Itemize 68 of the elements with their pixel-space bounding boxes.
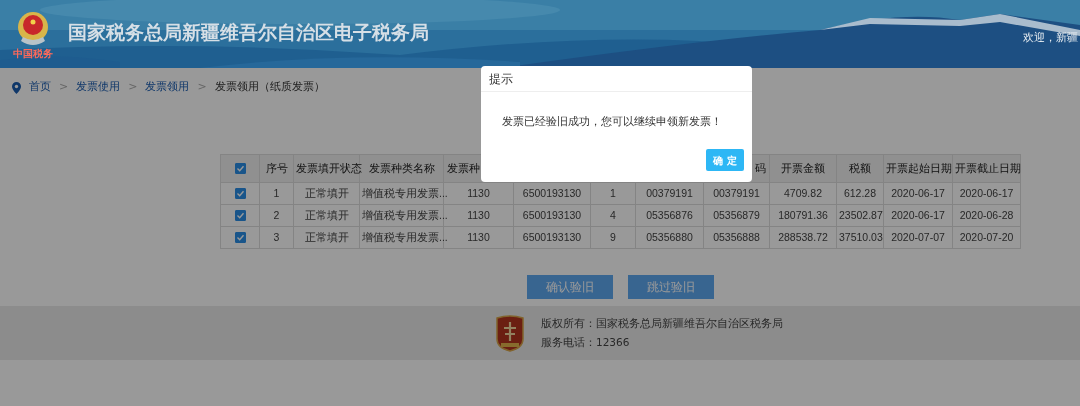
welcome-text: 欢迎，新疆 [1023,30,1078,46]
table-cell: 23502.87 [839,208,883,221]
dialog-title: 提示 [489,72,513,86]
table-cell: 增值税专用发票... [362,208,448,221]
checkbox[interactable] [234,232,246,244]
breadcrumb-separator: > [197,79,207,96]
table-cell: 05356879 [713,208,760,221]
service-phone: 服务电话：12366 [541,334,631,350]
dialog-message: 发票已经验旧成功，您可以继续申领新发票！ [502,115,722,128]
table-cell: 37510.03 [839,230,883,243]
column-header: 发票种类名称 [368,161,435,174]
ok-button[interactable]: 确 定 [706,149,744,171]
table-cell: 增值税专用发票... [362,186,448,199]
table-cell: 05356888 [713,230,760,243]
logo-caption: 中国税务 [13,49,53,59]
shield-icon [495,314,525,352]
table-cell: 612.28 [843,186,877,199]
action-button[interactable]: 确认验旧 [527,275,613,299]
table-cell: 2020-06-17 [891,186,945,199]
table-cell: 1 [610,186,616,199]
table-cell: 4709.82 [784,186,822,199]
column-header: 发票种 [447,161,480,174]
checkbox[interactable] [234,210,246,222]
site-title: 国家税务总局新疆维吾尔自治区电子税务局 [68,19,429,45]
table-cell: 05356880 [646,230,693,243]
table-cell: 6500193130 [522,230,582,243]
table-cell: 增值税专用发票... [362,230,448,243]
column-header: 发票填开状态 [296,161,362,174]
breadcrumb-link[interactable]: 发票使用 [76,79,121,96]
table-cell: 1130 [467,208,490,221]
table-cell: 1130 [467,186,490,199]
table-cell: 6500193130 [522,208,582,221]
table-cell: 2020-06-17 [891,208,945,221]
table-cell: 2020-06-17 [959,186,1014,199]
column-header: 税额 [849,161,871,174]
table-cell: 2020-07-07 [891,230,945,243]
table-cell: 05356876 [646,208,693,221]
column-header: 开票截止日期 [955,161,1021,174]
table-cell: 6500193130 [522,186,582,199]
breadcrumb-separator: > [59,79,69,96]
breadcrumb-current: 发票领用（纸质发票） [214,79,325,96]
checkbox[interactable] [234,163,246,175]
copyright-text: 版权所有：国家税务总局新疆维吾尔自治区税务局 [541,315,783,331]
table-cell: 2 [273,208,280,221]
breadcrumb-separator: > [128,79,138,96]
table-cell: 3 [273,230,280,243]
table-cell: 4 [610,208,616,221]
table-cell: 2020-06-28 [959,208,1014,221]
table-cell: 正常填开 [304,230,349,243]
location-pin-icon [12,81,21,94]
table-cell: 1130 [467,230,490,243]
table-cell: 正常填开 [304,186,349,199]
table-cell: 1 [273,186,280,199]
table-cell: 180791.36 [778,208,828,221]
checkbox[interactable] [234,188,246,200]
table-cell: 00379191 [646,186,693,199]
breadcrumb-link[interactable]: 发票领用 [145,79,190,96]
column-header: 开票金额 [781,161,825,174]
table-cell: 9 [610,230,616,243]
column-header: 序号 [265,161,288,174]
column-header: 开票起始日期 [886,161,952,174]
action-button[interactable]: 跳过验旧 [628,275,714,299]
table-cell: 00379191 [713,186,760,199]
table-cell: 正常填开 [304,208,349,221]
table-cell: 2020-07-20 [959,230,1014,243]
table-cell: 288538.72 [778,230,828,243]
column-header: 码 [755,161,766,174]
breadcrumb-link[interactable]: 首页 [29,79,51,96]
